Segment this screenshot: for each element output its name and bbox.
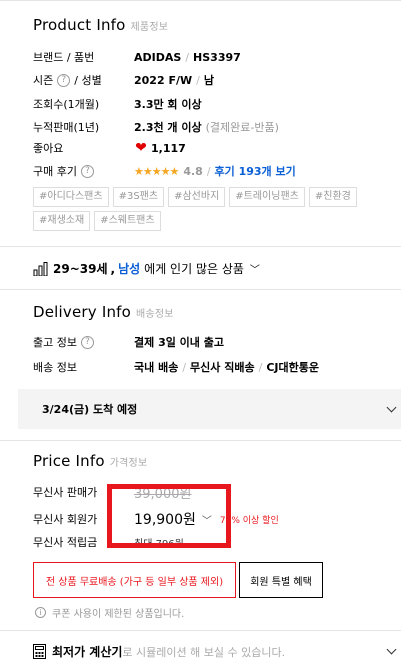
section-title-text: Price Info: [33, 452, 105, 470]
info-icon: i: [35, 607, 46, 618]
product-info-title: Product Info 제품정보: [33, 16, 168, 34]
help-icon[interactable]: ?: [57, 73, 71, 87]
views-label: 조회수(1개월): [33, 98, 100, 111]
rating-value: 4.8: [183, 164, 203, 178]
price-info-title: Price Info 가격정보: [33, 452, 147, 470]
tag-item[interactable]: #아디다스팬츠: [33, 187, 109, 207]
review-label: 구매 후기: [33, 165, 77, 178]
free-shipping-button[interactable]: 전 상품 무료배송 (가구 등 일부 상품 제외): [33, 562, 236, 598]
season-label: 시즌: [33, 74, 54, 87]
views-value: 3.3만 회 이상: [134, 98, 202, 111]
season-row: 시즌 ? / 성별 2022 F/W / 남: [33, 73, 214, 87]
gender-value: 남: [203, 74, 214, 87]
divider: [0, 246, 401, 247]
sales-note: (결제완료-반품): [205, 121, 279, 134]
top-divider: [0, 0, 401, 1]
product-code: HS3397: [193, 50, 241, 64]
price-highlight-box: [107, 484, 231, 548]
review-link[interactable]: 후기 193개 보기: [215, 163, 296, 179]
member-benefit-button[interactable]: 회원 특별 혜택: [239, 562, 323, 598]
heart-icon[interactable]: ❤: [134, 140, 148, 156]
tag-item[interactable]: #재생소재: [33, 211, 91, 231]
tag-list: #아디다스팬츠 #3S팬츠 #삼선바지 #트레이닝팬츠 #친환경 #재생소재 #…: [33, 187, 373, 231]
dispatch-label: 출고 정보: [33, 336, 77, 349]
help-icon[interactable]: ?: [80, 164, 94, 178]
help-icon[interactable]: ?: [80, 335, 94, 349]
chevron-down-icon: ﹀: [249, 265, 260, 276]
review-row: 구매 후기 ? ★★★★★ 4.8 / 후기 193개 보기: [33, 163, 296, 179]
tag-item[interactable]: #삼선바지: [168, 187, 226, 207]
sales-row: 누적판매(1년) 2.3천 개 이상 (결제완료-반품): [33, 119, 279, 135]
tag-item[interactable]: #트레이닝팬츠: [229, 187, 305, 207]
divider: [0, 289, 401, 290]
eta-text: 3/24(금) 도착 예정: [42, 403, 138, 416]
section-title-text: Delivery Info: [33, 303, 132, 321]
price-calculator-row[interactable]: 최저가 계산기 로 시뮬레이션 해 보실 수 있습니다.: [33, 643, 401, 660]
section-subtitle: 배송정보: [136, 309, 174, 320]
sales-label: 누적판매(1년): [33, 121, 100, 134]
calculator-icon: [33, 644, 46, 659]
tag-item[interactable]: #스웨트팬츠: [94, 211, 161, 231]
calculator-title: 최저가 계산기: [52, 645, 123, 659]
eta-dropdown[interactable]: 3/24(금) 도착 예정: [18, 389, 401, 429]
tag-item[interactable]: #3S팬츠: [112, 187, 165, 207]
brand-link[interactable]: ADIDAS: [134, 51, 181, 64]
dispatch-row: 출고 정보 ? 결제 3일 이내 출고: [33, 334, 224, 350]
chevron-down-icon: [386, 644, 397, 655]
chevron-down-icon: [386, 402, 397, 412]
season-value: 2022 F/W: [134, 73, 193, 87]
brand-label: 브랜드 / 품번: [33, 51, 95, 64]
gender-label: / 성별: [74, 74, 102, 87]
delivery-info-title: Delivery Info 배송정보: [33, 303, 174, 321]
likes-row: 좋아요 ❤ 1,117: [33, 140, 186, 156]
tag-item[interactable]: #친환경: [308, 187, 357, 207]
shipping-row: 배송 정보 국내 배송 / 무신사 직배송 / CJ대한통운: [33, 360, 319, 375]
likes-count: 1,117: [151, 141, 186, 155]
divider: [0, 440, 401, 441]
dispatch-value: 결제 3일 이내 출고: [134, 336, 224, 349]
likes-label: 좋아요: [33, 142, 64, 155]
section-subtitle: 가격정보: [109, 458, 148, 469]
ship-courier: CJ대한통운: [266, 361, 319, 374]
popularity-gender: 남성: [118, 262, 141, 276]
sales-value: 2.3천 개 이상: [134, 121, 202, 134]
bar-chart-icon: [33, 261, 48, 276]
divider: [0, 630, 401, 631]
shipping-label: 배송 정보: [33, 361, 77, 374]
star-rating-icon: ★★★★★: [134, 164, 179, 178]
views-row: 조회수(1개월) 3.3만 회 이상: [33, 96, 202, 112]
coupon-notice: i 쿠폰 사용이 제한된 상품입니다.: [35, 605, 184, 620]
ship-direct: 무신사 직배송: [190, 361, 255, 374]
coupon-notice-text: 쿠폰 사용이 제한된 상품입니다.: [52, 609, 185, 620]
calculator-text: 로 시뮬레이션 해 보실 수 있습니다.: [122, 645, 286, 659]
popularity-row[interactable]: 29~39세 , 남성 에게 인기 많은 상품 ﹀: [33, 260, 260, 277]
ship-domestic: 국내 배송: [134, 361, 179, 374]
popularity-text: 에게 인기 많은 상품: [144, 262, 244, 276]
popularity-age: 29~39세: [53, 262, 108, 276]
brand-row: 브랜드 / 품번 ADIDAS / HS3397: [33, 50, 241, 65]
section-subtitle: 제품정보: [130, 22, 169, 33]
section-title-text: Product Info: [33, 16, 126, 34]
